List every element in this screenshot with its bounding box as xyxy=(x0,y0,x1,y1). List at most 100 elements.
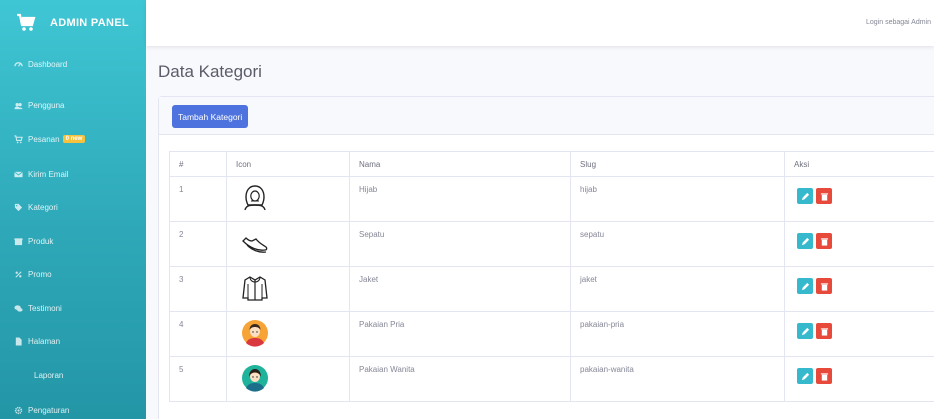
users-icon xyxy=(14,101,23,110)
sidebar-item-label: Promo xyxy=(28,269,52,279)
edit-button[interactable] xyxy=(797,233,813,249)
login-status[interactable]: Login sebagai Admin xyxy=(866,19,931,26)
sidebar-item-label: Kirim Email xyxy=(28,169,69,179)
row-actions xyxy=(784,356,934,402)
trash-icon xyxy=(820,237,828,246)
icon-cell xyxy=(226,311,350,357)
new-orders-badge: 0 new xyxy=(62,135,86,143)
pencil-icon xyxy=(801,282,809,290)
pencil-icon xyxy=(801,372,809,380)
hijab-icon xyxy=(244,185,266,211)
pencil-icon xyxy=(801,192,809,200)
column-header-number: # xyxy=(169,151,227,177)
sidebar-item-pesanan[interactable]: Pesanan 0 new xyxy=(0,129,146,149)
row-nama: Pakaian Pria xyxy=(349,311,571,357)
delete-button[interactable] xyxy=(816,278,832,294)
sidebar-item-label: Testimoni xyxy=(28,303,62,313)
trash-icon xyxy=(820,192,828,201)
table-row: 2 Sepatu sepatu xyxy=(169,221,934,267)
table-header-row: # Icon Nama Slug Aksi xyxy=(169,151,934,177)
jacket-icon xyxy=(242,276,268,301)
row-nama: Jaket xyxy=(349,266,571,312)
delete-button[interactable] xyxy=(816,323,832,339)
sidebar-item-kirim-email[interactable]: Kirim Email xyxy=(0,164,146,184)
delete-button[interactable] xyxy=(816,233,832,249)
brand-title: ADMIN PANEL xyxy=(50,17,129,29)
trash-icon xyxy=(820,372,828,381)
sidebar-item-testimoni[interactable]: Testimoni xyxy=(0,298,146,318)
card-header: Tambah Kategori xyxy=(159,97,934,135)
table-row: 5 Pakaian Wanita pakaian-wanita xyxy=(169,356,934,402)
edit-button[interactable] xyxy=(797,188,813,204)
pencil-icon xyxy=(801,327,809,335)
envelope-icon xyxy=(14,170,23,179)
row-number: 5 xyxy=(169,356,227,402)
row-number: 4 xyxy=(169,311,227,357)
sidebar-item-label: Pengguna xyxy=(28,100,65,110)
tag-icon xyxy=(14,203,23,212)
icon-cell xyxy=(226,356,350,402)
row-actions xyxy=(784,311,934,357)
icon-cell xyxy=(226,221,350,267)
delete-button[interactable] xyxy=(816,188,832,204)
add-category-button[interactable]: Tambah Kategori xyxy=(172,105,249,128)
gear-icon xyxy=(14,406,23,415)
edit-button[interactable] xyxy=(797,323,813,339)
man-avatar-icon xyxy=(242,320,268,347)
row-number: 2 xyxy=(169,221,227,267)
row-slug: jaket xyxy=(570,266,785,312)
sidebar-item-dashboard[interactable]: Dashboard xyxy=(0,54,146,74)
row-nama: Hijab xyxy=(349,176,571,222)
table-row: 4 Pakaian Pria pakaian-pria xyxy=(169,311,934,357)
topbar: Login sebagai Admin xyxy=(146,0,934,46)
sidebar-item-label: Dashboard xyxy=(28,59,68,69)
row-actions xyxy=(784,176,934,222)
delete-button[interactable] xyxy=(816,368,832,384)
column-header-nama: Nama xyxy=(349,151,571,177)
table-row: 1 Hijab hijab xyxy=(169,176,934,222)
row-nama: Pakaian Wanita xyxy=(349,356,571,402)
edit-button[interactable] xyxy=(797,278,813,294)
sidebar-item-promo[interactable]: Promo xyxy=(0,264,146,284)
sidebar-item-produk[interactable]: Produk xyxy=(0,231,146,251)
row-slug: pakaian-pria xyxy=(570,311,785,357)
category-card: Tambah Kategori # Icon Nama Slug Aksi 1 xyxy=(158,96,934,419)
dashboard-icon xyxy=(14,60,23,69)
sidebar-item-label: Pesanan xyxy=(28,134,60,144)
sidebar-item-laporan[interactable]: Laporan xyxy=(0,365,146,385)
sidebar-item-label: Kategori xyxy=(28,202,58,212)
sidebar-item-kategori[interactable]: Kategori xyxy=(0,197,146,217)
row-number: 1 xyxy=(169,176,227,222)
brand[interactable]: ADMIN PANEL xyxy=(0,0,146,46)
percent-icon xyxy=(14,270,23,279)
sidebar-item-label: Halaman xyxy=(28,336,61,346)
sidebar-item-label: Produk xyxy=(28,236,54,246)
sidebar-item-halaman[interactable]: Halaman xyxy=(0,331,146,351)
row-slug: hijab xyxy=(570,176,785,222)
sidebar-item-pengaturan[interactable]: Pengaturan xyxy=(0,400,146,419)
cart-icon xyxy=(14,134,23,144)
sidebar: ADMIN PANEL Dashboard Pengguna Pesanan 0… xyxy=(0,0,146,419)
box-icon xyxy=(14,237,23,246)
icon-cell xyxy=(226,176,350,222)
pencil-icon xyxy=(801,237,809,245)
cart-icon xyxy=(17,13,36,31)
table-row: 3 Jaket jaket xyxy=(169,266,934,312)
row-number: 3 xyxy=(169,266,227,312)
column-header-slug: Slug xyxy=(570,151,785,177)
sidebar-item-label: Laporan xyxy=(34,370,64,380)
row-actions xyxy=(784,266,934,312)
page-title: Data Kategori xyxy=(158,62,262,81)
shoe-icon xyxy=(242,237,268,253)
sidebar-item-label: Pengaturan xyxy=(28,405,70,415)
column-header-icon: Icon xyxy=(226,151,350,177)
row-nama: Sepatu xyxy=(349,221,571,267)
icon-cell xyxy=(226,266,350,312)
row-slug: sepatu xyxy=(570,221,785,267)
row-actions xyxy=(784,221,934,267)
edit-button[interactable] xyxy=(797,368,813,384)
sidebar-item-pengguna[interactable]: Pengguna xyxy=(0,95,146,115)
trash-icon xyxy=(820,282,828,291)
trash-icon xyxy=(820,327,828,336)
comments-icon xyxy=(14,304,23,313)
